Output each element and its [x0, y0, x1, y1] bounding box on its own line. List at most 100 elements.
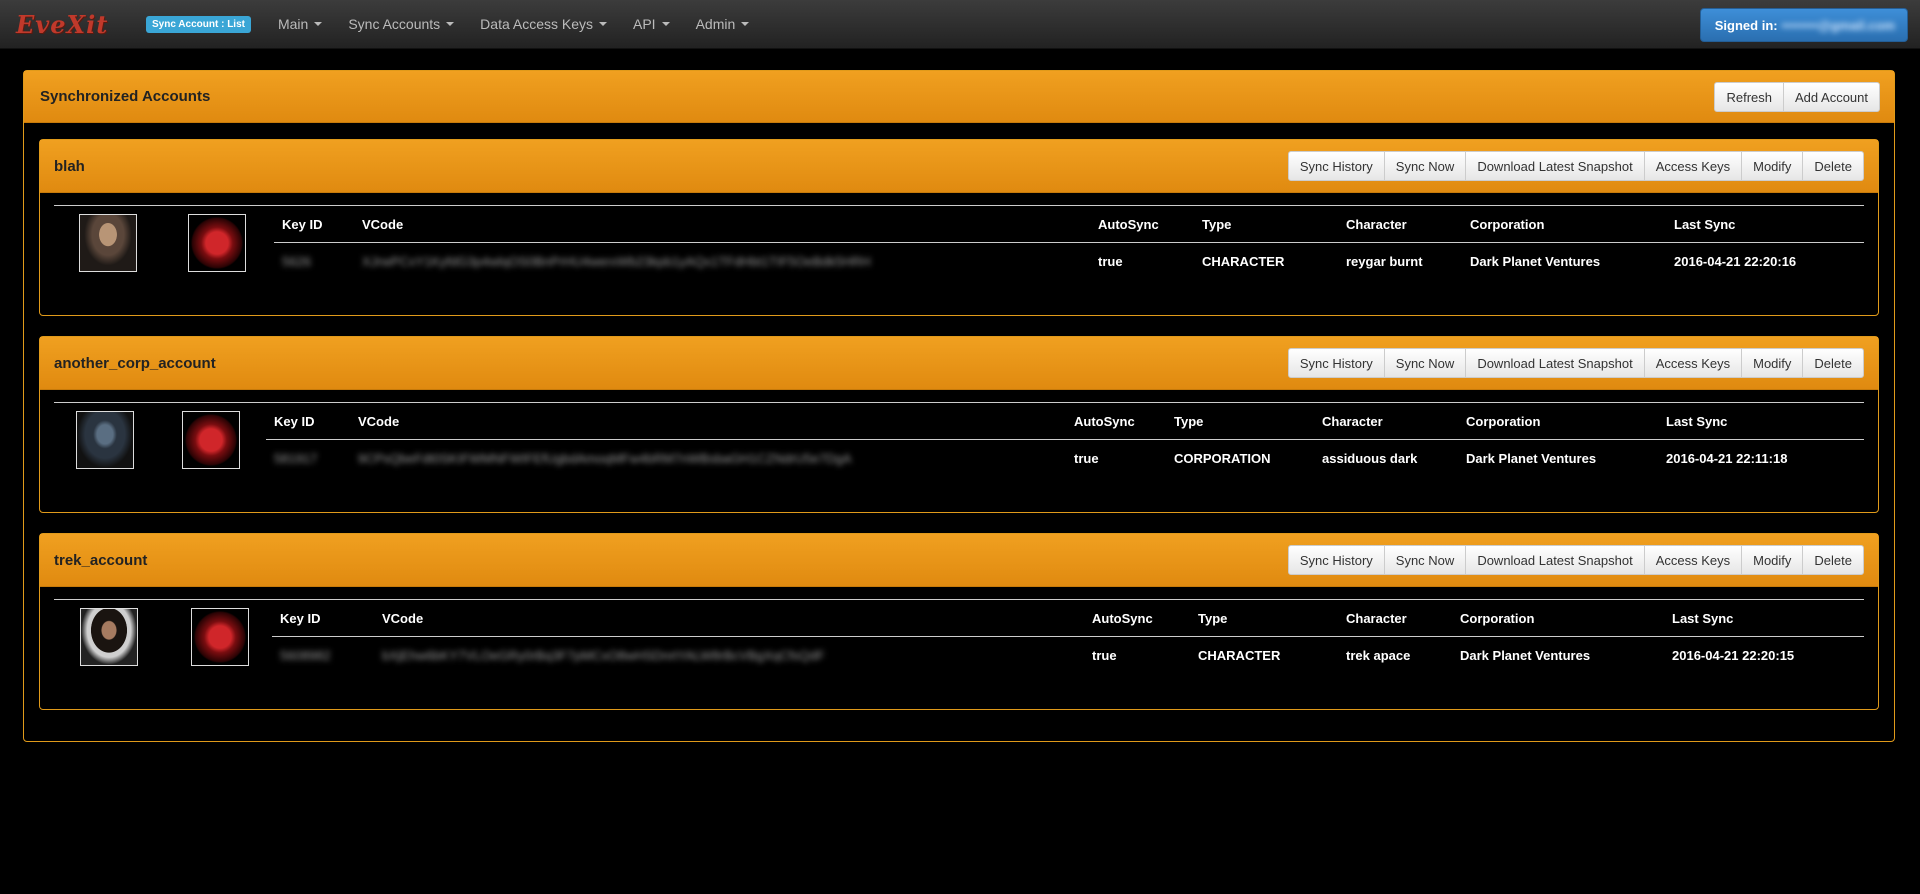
col-autosync: AutoSync: [1090, 206, 1194, 243]
nav-api[interactable]: API: [620, 16, 683, 32]
access-keys-button[interactable]: Access Keys: [1643, 151, 1743, 181]
sync-history-button[interactable]: Sync History: [1287, 545, 1385, 575]
nav-data-access-keys-label: Data Access Keys: [480, 16, 593, 32]
corporation-value: Dark Planet Ventures: [1460, 647, 1591, 663]
col-type: Type: [1190, 600, 1338, 637]
col-last-sync: Last Sync: [1664, 600, 1864, 637]
col-last-sync: Last Sync: [1666, 206, 1864, 243]
last-sync-value: 2016-04-21 22:20:15: [1672, 647, 1795, 663]
col-autosync: AutoSync: [1066, 403, 1166, 440]
last-sync-value: 2016-04-21 22:20:16: [1674, 253, 1797, 269]
modify-button[interactable]: Modify: [1741, 348, 1804, 378]
download-snapshot-button[interactable]: Download Latest Snapshot: [1465, 545, 1645, 575]
access-keys-button[interactable]: Access Keys: [1643, 348, 1743, 378]
col-corporation: Corporation: [1452, 600, 1664, 637]
col-vcode: VCode: [350, 403, 1066, 440]
corporation-logo: [182, 411, 240, 469]
nav-sync-accounts-label: Sync Accounts: [348, 16, 441, 32]
sync-now-button[interactable]: Sync Now: [1383, 151, 1467, 181]
download-snapshot-button[interactable]: Download Latest Snapshot: [1465, 348, 1645, 378]
col-last-sync: Last Sync: [1658, 403, 1864, 440]
delete-button[interactable]: Delete: [1802, 348, 1864, 378]
account-panel-trek-account: trek_account Sync History Sync Now Downl…: [39, 533, 1879, 710]
col-corporation: Corporation: [1462, 206, 1666, 243]
character-portrait: [79, 214, 137, 272]
corporation-logo: [191, 608, 249, 666]
signed-in-email: ••••••••@gmail.com: [1781, 17, 1895, 33]
sync-now-button[interactable]: Sync Now: [1383, 348, 1467, 378]
refresh-button[interactable]: Refresh: [1714, 81, 1784, 112]
account-name: another_corp_account: [54, 354, 216, 372]
col-corporation: Corporation: [1458, 403, 1658, 440]
col-key-id: Key ID: [274, 206, 354, 243]
character-portrait: [76, 411, 134, 469]
brand-logo[interactable]: EveXit: [16, 10, 107, 39]
panel-title: Synchronized Accounts: [40, 88, 211, 105]
sync-history-button[interactable]: Sync History: [1287, 151, 1385, 181]
key-id-value: 5608982: [280, 647, 331, 663]
nav-main[interactable]: Main: [265, 16, 335, 32]
autosync-value: true: [1074, 450, 1099, 466]
table-row: 5608982 bXjEhw6bKY7VLOeGRy0rBq3F7pMCxO8w…: [272, 637, 1864, 674]
caret-down-icon: [599, 22, 607, 26]
key-id-value: 581917: [274, 450, 318, 466]
nav-data-access-keys[interactable]: Data Access Keys: [467, 16, 620, 32]
caret-down-icon: [741, 22, 750, 26]
signed-in-button[interactable]: Signed in: ••••••••@gmail.com: [1699, 8, 1908, 42]
nav-admin[interactable]: Admin: [683, 16, 763, 32]
nav-sync-accounts[interactable]: Sync Accounts: [335, 16, 467, 32]
account-key-table: Key ID VCode AutoSync Type Character Cor…: [274, 206, 1864, 279]
access-keys-button[interactable]: Access Keys: [1643, 545, 1743, 575]
col-character: Character: [1338, 600, 1452, 637]
table-header-row: Key ID VCode AutoSync Type Character Cor…: [266, 403, 1864, 440]
character-value: assiduous dark: [1322, 450, 1418, 466]
delete-button[interactable]: Delete: [1802, 151, 1864, 181]
account-key-table: Key ID VCode AutoSync Type Character Cor…: [272, 600, 1864, 673]
corporation-logo: [188, 214, 246, 272]
caret-down-icon: [446, 22, 455, 26]
modify-button[interactable]: Modify: [1741, 545, 1804, 575]
autosync-value: true: [1098, 253, 1123, 269]
character-value: reygar burnt: [1346, 253, 1423, 269]
top-navbar: EveXit Sync Account : List Main Sync Acc…: [0, 0, 1920, 49]
type-value: CHARACTER: [1198, 647, 1281, 663]
col-key-id: Key ID: [266, 403, 350, 440]
account-body: Key ID VCode AutoSync Type Character Cor…: [54, 205, 1864, 301]
delete-button[interactable]: Delete: [1802, 545, 1864, 575]
signed-in-label: Signed in:: [1714, 17, 1778, 33]
account-name: blah: [54, 157, 85, 175]
vcode-value: 9CPsQbeFdt0SKIFWMNFWIFEfUgbdAmoqMFw4bRM7…: [358, 450, 852, 466]
nav-main-label: Main: [277, 16, 309, 32]
character-value: trek apace: [1346, 647, 1411, 663]
account-panel-another-corp-account: another_corp_account Sync History Sync N…: [39, 336, 1879, 513]
account-actions: Sync History Sync Now Download Latest Sn…: [1287, 545, 1864, 575]
table-row: 581917 9CPsQbeFdt0SKIFWMNFWIFEfUgbdAmoqM…: [266, 440, 1864, 477]
account-body: Key ID VCode AutoSync Type Character Cor…: [54, 599, 1864, 695]
table-header-row: Key ID VCode AutoSync Type Character Cor…: [272, 600, 1864, 637]
corporation-value: Dark Planet Ventures: [1470, 253, 1601, 269]
col-vcode: VCode: [354, 206, 1090, 243]
modify-button[interactable]: Modify: [1741, 151, 1804, 181]
nav-admin-label: Admin: [695, 16, 736, 32]
sync-now-button[interactable]: Sync Now: [1383, 545, 1467, 575]
account-header: trek_account Sync History Sync Now Downl…: [40, 534, 1878, 587]
col-autosync: AutoSync: [1084, 600, 1190, 637]
autosync-value: true: [1092, 647, 1117, 663]
download-snapshot-button[interactable]: Download Latest Snapshot: [1465, 151, 1645, 181]
add-account-button[interactable]: Add Account: [1783, 81, 1880, 112]
type-value: CHARACTER: [1202, 253, 1285, 269]
col-character: Character: [1338, 206, 1462, 243]
account-actions: Sync History Sync Now Download Latest Sn…: [1287, 151, 1864, 181]
col-key-id: Key ID: [272, 600, 374, 637]
sync-history-button[interactable]: Sync History: [1287, 348, 1385, 378]
page-badge: Sync Account : List: [146, 15, 251, 33]
last-sync-value: 2016-04-21 22:11:18: [1666, 450, 1788, 466]
table-header-row: Key ID VCode AutoSync Type Character Cor…: [274, 206, 1864, 243]
character-portrait: [80, 608, 138, 666]
account-panel-blah: blah Sync History Sync Now Download Late…: [39, 139, 1879, 316]
account-key-table: Key ID VCode AutoSync Type Character Cor…: [266, 403, 1864, 476]
key-id-value: 5626: [282, 253, 311, 269]
vcode-value: bXjEhw6bKY7VLOeGRy0rBq3F7pMCxO8wHSDnrtYA…: [382, 647, 825, 663]
caret-down-icon: [661, 22, 670, 26]
nav-api-label: API: [633, 16, 656, 32]
